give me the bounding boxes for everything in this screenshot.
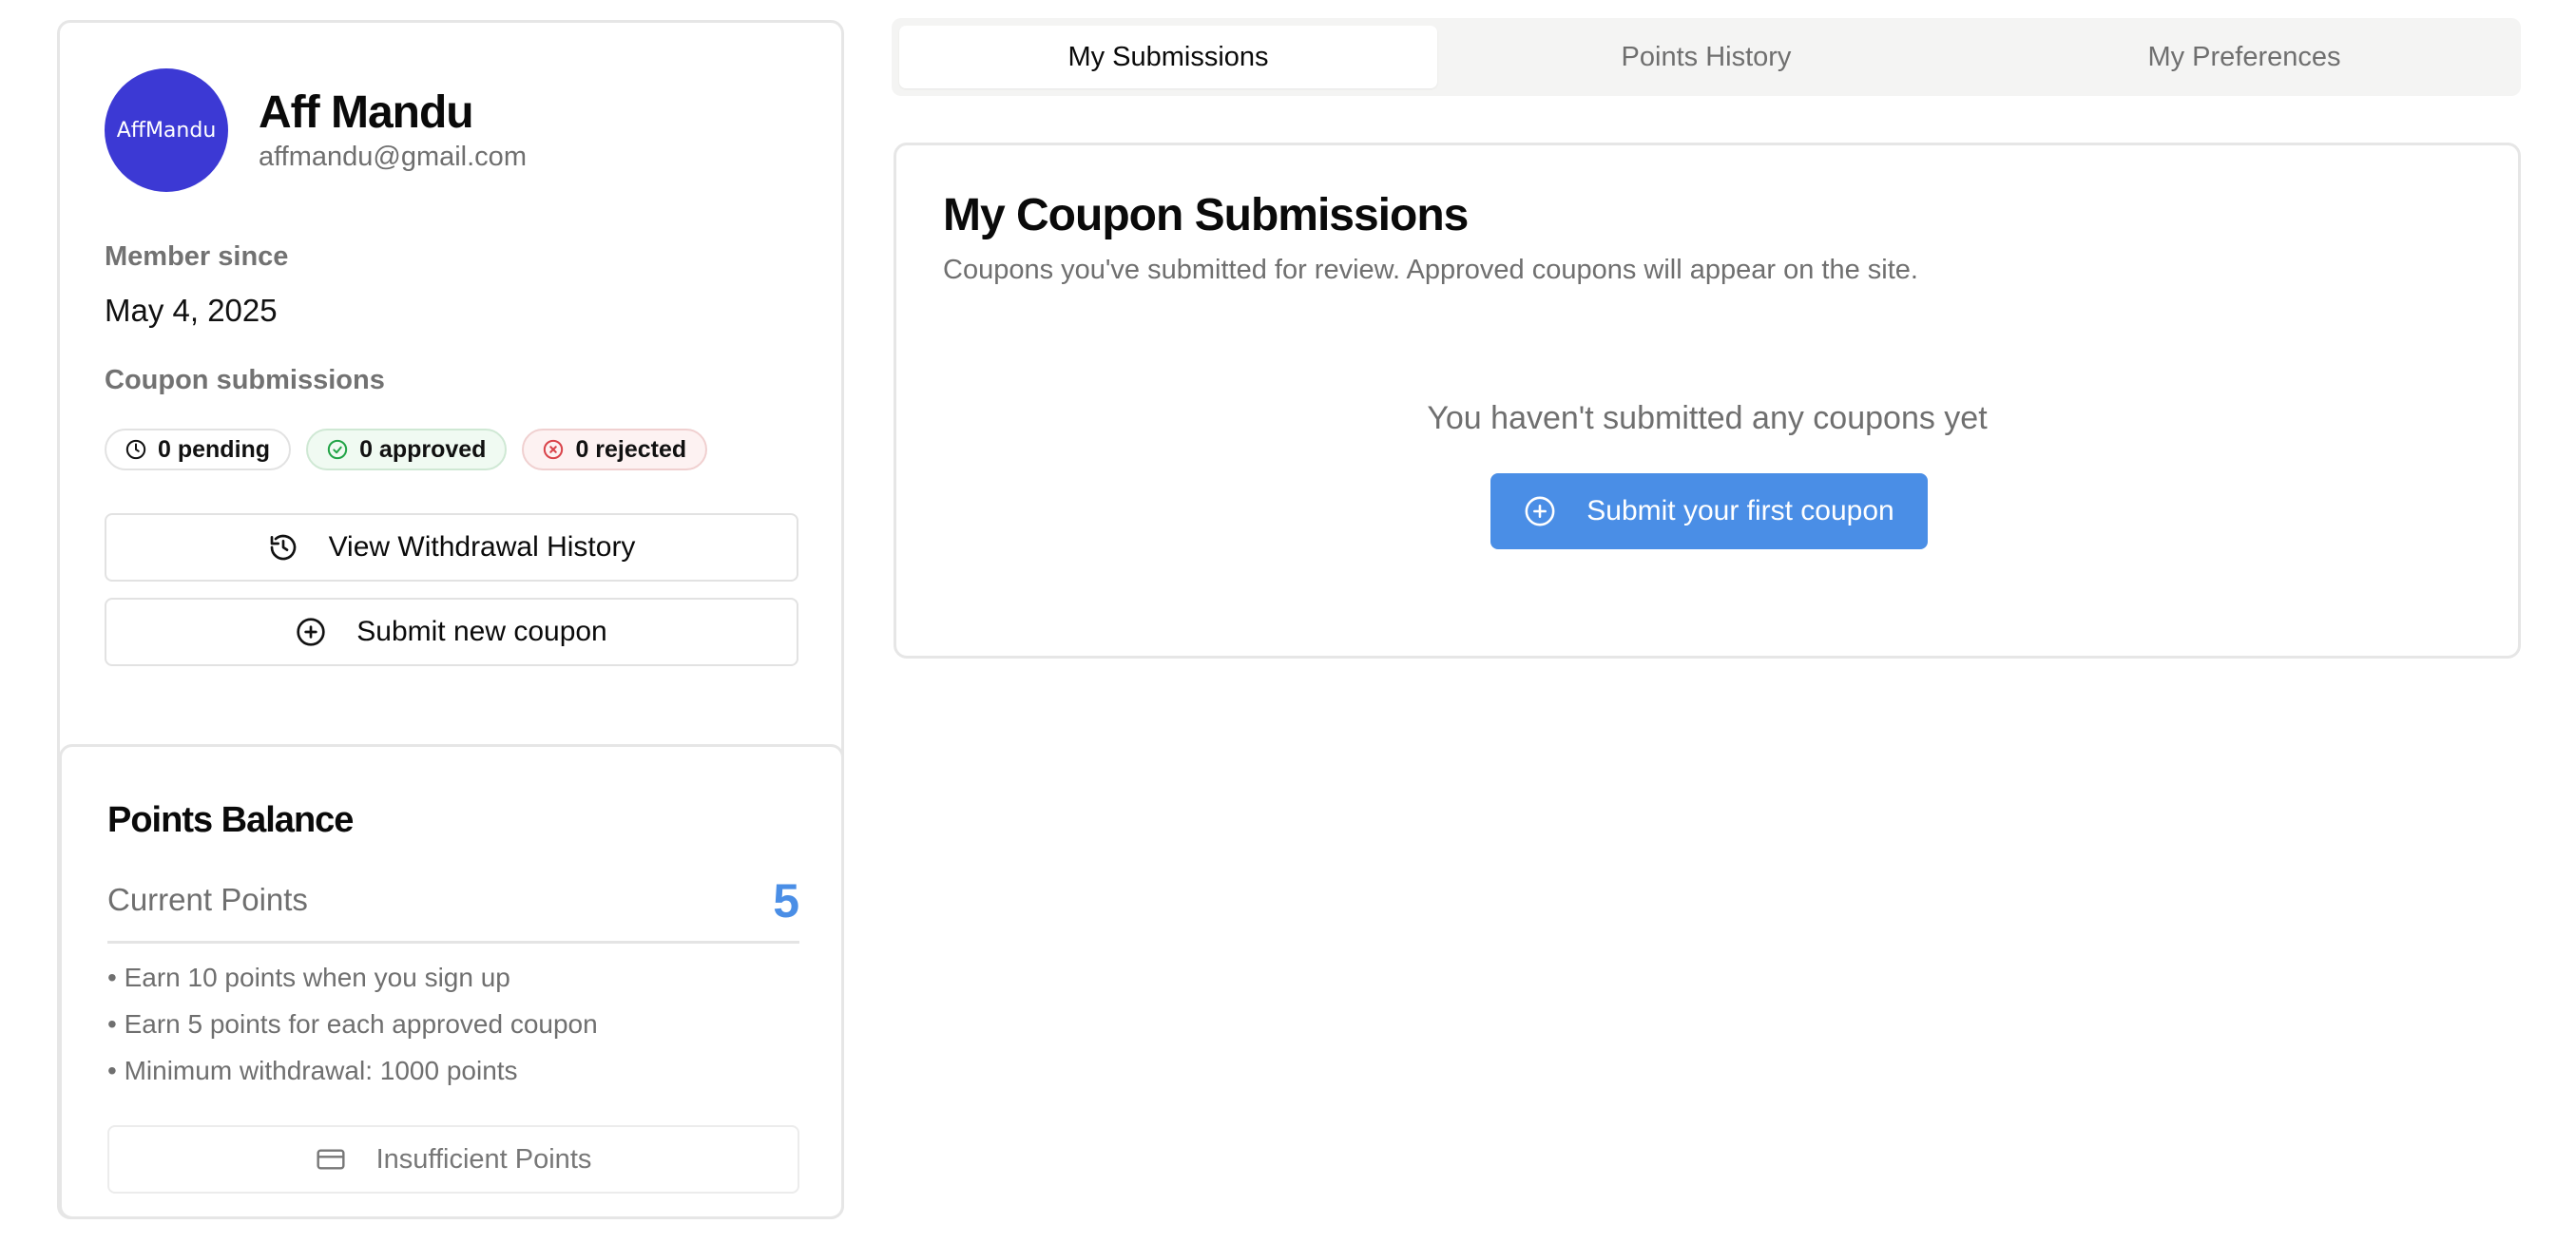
user-name: Aff Mandu — [259, 87, 474, 138]
clock-icon — [125, 439, 146, 460]
insufficient-points-button[interactable]: Insufficient Points — [107, 1125, 799, 1194]
points-rule-item: • Minimum withdrawal: 1000 points — [107, 1056, 518, 1085]
rejected-badge-label: 0 rejected — [575, 435, 687, 463]
tab-points-history[interactable]: Points History — [1437, 26, 1975, 88]
coupon-submissions-panel: My Coupon Submissions Coupons you've sub… — [894, 143, 2521, 659]
submissions-description: Coupons you've submitted for review. App… — [943, 255, 1918, 285]
plus-circle-icon — [1524, 495, 1556, 527]
pending-badge: 0 pending — [105, 429, 292, 470]
submit-first-coupon-button[interactable]: Submit your first coupon — [1490, 473, 1928, 549]
submit-new-coupon-button[interactable]: Submit new coupon — [105, 598, 798, 666]
points-rules: • Earn 10 points when you sign up • Earn… — [107, 954, 598, 1094]
submit-new-coupon-label: Submit new coupon — [356, 616, 607, 647]
submission-badges: 0 pending 0 approved 0 rejected — [105, 429, 708, 470]
tab-my-submissions[interactable]: My Submissions — [899, 26, 1437, 88]
profile-card: AffMandu Aff Mandu affmandu@gmail.com Me… — [57, 20, 844, 1219]
current-points-row: Current Points 5 — [107, 874, 799, 944]
current-points-value: 5 — [773, 874, 799, 927]
approved-badge-label: 0 approved — [359, 435, 487, 463]
insufficient-points-label: Insufficient Points — [375, 1143, 592, 1175]
credit-card-icon — [316, 1144, 346, 1175]
user-email: affmandu@gmail.com — [259, 142, 527, 172]
approved-badge: 0 approved — [306, 429, 508, 470]
x-circle-icon — [543, 439, 564, 460]
avatar: AffMandu — [105, 68, 228, 192]
history-icon — [268, 532, 298, 563]
submissions-title: My Coupon Submissions — [943, 190, 1469, 240]
plus-circle-icon — [296, 617, 326, 647]
empty-state-text: You haven't submitted any coupons yet — [1427, 400, 1988, 436]
view-withdrawal-history-button[interactable]: View Withdrawal History — [105, 513, 798, 582]
coupon-submissions-label: Coupon submissions — [105, 365, 385, 395]
submit-first-coupon-label: Submit your first coupon — [1586, 495, 1894, 526]
current-points-label: Current Points — [107, 882, 308, 917]
check-circle-icon — [327, 439, 348, 460]
member-since-label: Member since — [105, 241, 289, 272]
pending-badge-label: 0 pending — [158, 435, 271, 463]
rejected-badge: 0 rejected — [522, 429, 708, 470]
tab-bar: My Submissions Points History My Prefere… — [892, 18, 2521, 96]
points-rule-item: • Earn 5 points for each approved coupon — [107, 1009, 598, 1039]
tab-my-preferences[interactable]: My Preferences — [1975, 26, 2513, 88]
points-balance-title: Points Balance — [107, 800, 354, 840]
view-withdrawal-history-label: View Withdrawal History — [328, 531, 636, 563]
profile-header: AffMandu Aff Mandu affmandu@gmail.com — [105, 68, 527, 192]
points-balance-card: Points Balance Current Points 5 • Earn 1… — [59, 744, 844, 1219]
points-rule-item: • Earn 10 points when you sign up — [107, 963, 510, 992]
profile-identity: Aff Mandu affmandu@gmail.com — [259, 86, 527, 174]
member-since-value: May 4, 2025 — [105, 293, 278, 328]
